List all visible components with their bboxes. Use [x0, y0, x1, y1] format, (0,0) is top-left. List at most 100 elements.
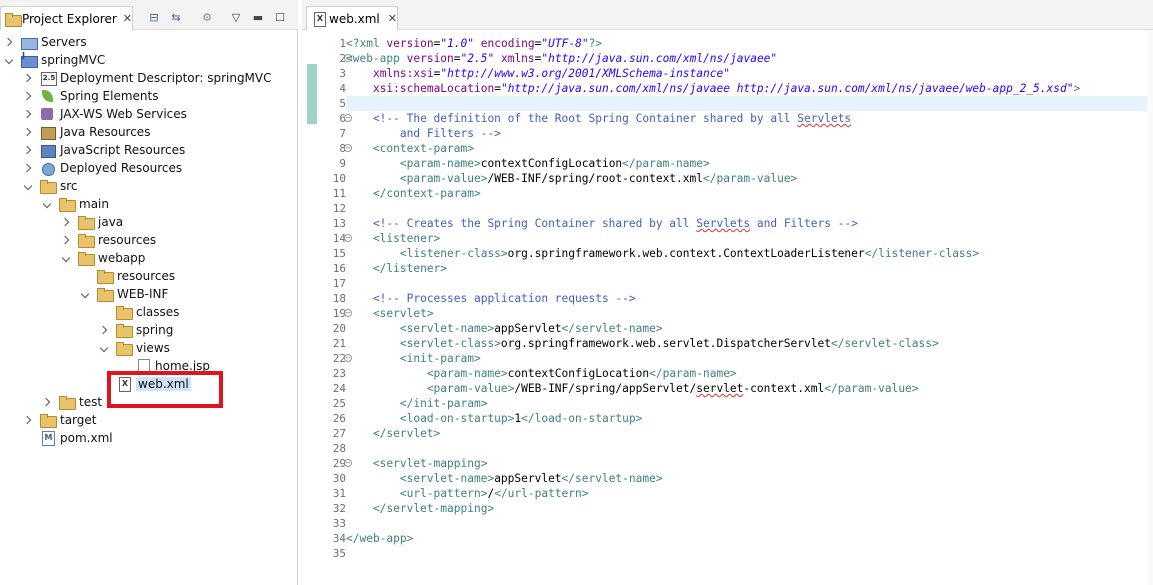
line-number: 21: [332, 337, 346, 350]
tree-item[interactable]: target: [0, 411, 297, 429]
tree-item[interactable]: Spring Elements: [0, 87, 297, 105]
chevron-right-icon[interactable]: [24, 415, 34, 425]
tree-item[interactable]: pom.xml: [0, 429, 297, 447]
code-line[interactable]: <servlet-mapping>: [346, 456, 1153, 471]
link-with-editor-icon[interactable]: ⇆: [168, 10, 184, 24]
code-line[interactable]: <load-on-startup>1</load-on-startup>: [346, 411, 1153, 426]
quick-diff-gutter: [307, 64, 317, 124]
tree-item[interactable]: java: [0, 213, 297, 231]
chevron-right-icon[interactable]: [43, 397, 53, 407]
tree-item-label: JAX-WS Web Services: [60, 107, 187, 121]
code-line[interactable]: <servlet-name>appServlet</servlet-name>: [346, 321, 1153, 336]
tree-item[interactable]: Servers: [0, 33, 297, 51]
tab-project-explorer[interactable]: Project Explorer ✕: [0, 6, 133, 30]
code-line[interactable]: xmlns:xsi="http://www.w3.org/2001/XMLSch…: [346, 66, 1153, 81]
code-line[interactable]: <?xml version="1.0" encoding="UTF-8"?>: [346, 36, 1153, 51]
tree-item[interactable]: Deployed Resources: [0, 159, 297, 177]
tree-item[interactable]: src: [0, 177, 297, 195]
view-menu-chevron-down-icon[interactable]: ▽: [228, 10, 244, 24]
minimize-icon[interactable]: ▬: [250, 10, 266, 24]
tree-item[interactable]: main: [0, 195, 297, 213]
code-line[interactable]: <param-value>/WEB-INF/spring/appServlet/…: [346, 381, 1153, 396]
line-number: 29: [332, 457, 346, 470]
code-line[interactable]: [346, 441, 1153, 456]
folder-icon: [78, 251, 95, 266]
code-line[interactable]: xsi:schemaLocation="http://java.sun.com/…: [346, 81, 1153, 96]
code-line[interactable]: </listener>: [346, 261, 1153, 276]
code-line[interactable]: <param-name>contextConfigLocation</param…: [346, 366, 1153, 381]
code-line[interactable]: <listener>: [346, 231, 1153, 246]
overview-ruler[interactable]: [1147, 31, 1153, 585]
code-line[interactable]: <!-- The definition of the Root Spring C…: [346, 111, 1153, 126]
code-line[interactable]: </servlet-mapping>: [346, 501, 1153, 516]
tree-item[interactable]: Deployment Descriptor: springMVC: [0, 69, 297, 87]
chevron-right-icon[interactable]: [24, 163, 34, 173]
code-token: "2.5": [460, 52, 495, 65]
chevron-right-icon[interactable]: [62, 217, 72, 227]
chevron-down-icon[interactable]: [62, 253, 72, 263]
chevron-down-icon[interactable]: [100, 343, 110, 353]
close-icon[interactable]: ✕: [123, 12, 132, 25]
code-line[interactable]: <context-param>: [346, 141, 1153, 156]
chevron-down-icon[interactable]: [5, 55, 15, 65]
code-line[interactable]: <param-value>/WEB-INF/spring/root-contex…: [346, 171, 1153, 186]
code-line[interactable]: <servlet-class>org.springframework.web.s…: [346, 336, 1153, 351]
chevron-right-icon[interactable]: [24, 127, 34, 137]
chevron-right-icon[interactable]: [5, 37, 15, 47]
tree-item[interactable]: Java Resources: [0, 123, 297, 141]
tree-item[interactable]: WEB-INF: [0, 285, 297, 303]
tree-item[interactable]: views: [0, 339, 297, 357]
tree-item[interactable]: resources: [0, 267, 297, 285]
code-line[interactable]: </servlet>: [346, 426, 1153, 441]
code-line[interactable]: and Filters -->: [346, 126, 1153, 141]
code-token: <servlet-name>: [346, 472, 495, 485]
tree-item[interactable]: springMVC: [0, 51, 297, 69]
code-line[interactable]: </init-param>: [346, 396, 1153, 411]
code-line[interactable]: [346, 276, 1153, 291]
folder-icon: [116, 305, 133, 320]
close-icon[interactable]: ✕: [388, 12, 397, 25]
code-line[interactable]: </context-param>: [346, 186, 1153, 201]
code-line[interactable]: [346, 546, 1153, 561]
code-line[interactable]: [346, 96, 1153, 111]
line-number: 11: [332, 187, 346, 200]
chevron-right-icon[interactable]: [24, 73, 34, 83]
tree-item-label: test: [79, 395, 103, 409]
chevron-right-icon[interactable]: [24, 91, 34, 101]
code-line[interactable]: <listener-class>org.springframework.web.…: [346, 246, 1153, 261]
tree-item[interactable]: JAX-WS Web Services: [0, 105, 297, 123]
code-token: =: [453, 52, 461, 65]
chevron-right-icon[interactable]: [62, 235, 72, 245]
tree-item[interactable]: classes: [0, 303, 297, 321]
code-line[interactable]: <init-param>: [346, 351, 1153, 366]
code-line[interactable]: <url-pattern>/</url-pattern>: [346, 486, 1153, 501]
chevron-down-icon[interactable]: [24, 181, 34, 191]
code-line[interactable]: <servlet>: [346, 306, 1153, 321]
pom-file-icon: [40, 431, 56, 446]
code-line[interactable]: <param-name>contextConfigLocation</param…: [346, 156, 1153, 171]
code-line[interactable]: <!-- Creates the Spring Container shared…: [346, 216, 1153, 231]
chevron-down-icon[interactable]: [43, 199, 53, 209]
tree-item[interactable]: JavaScript Resources: [0, 141, 297, 159]
chevron-right-icon[interactable]: [100, 325, 110, 335]
tree-item[interactable]: resources: [0, 231, 297, 249]
code-line[interactable]: <!-- Processes application requests -->: [346, 291, 1153, 306]
code-line[interactable]: <servlet-name>appServlet</servlet-name>: [346, 471, 1153, 486]
tree-item[interactable]: webapp: [0, 249, 297, 267]
code-line[interactable]: </web-app>: [346, 531, 1153, 546]
java-resources-icon: [40, 125, 56, 140]
filter-icon[interactable]: ⚙: [199, 10, 215, 24]
line-number: 4: [339, 82, 346, 95]
collapse-all-icon[interactable]: ⊟: [146, 10, 162, 24]
chevron-right-icon[interactable]: [24, 109, 34, 119]
code-line[interactable]: [346, 516, 1153, 531]
chevron-right-icon[interactable]: [24, 145, 34, 155]
tree-item[interactable]: spring: [0, 321, 297, 339]
tab-web-xml[interactable]: web.xml ✕: [306, 6, 398, 30]
code-line[interactable]: <web-app version="2.5" xmlns="http://jav…: [346, 51, 1153, 66]
maximize-icon[interactable]: ☐: [272, 10, 288, 24]
chevron-down-icon[interactable]: [81, 289, 91, 299]
code-line[interactable]: [346, 201, 1153, 216]
tree-item-label: main: [79, 197, 109, 211]
xml-file-icon: [311, 11, 326, 27]
